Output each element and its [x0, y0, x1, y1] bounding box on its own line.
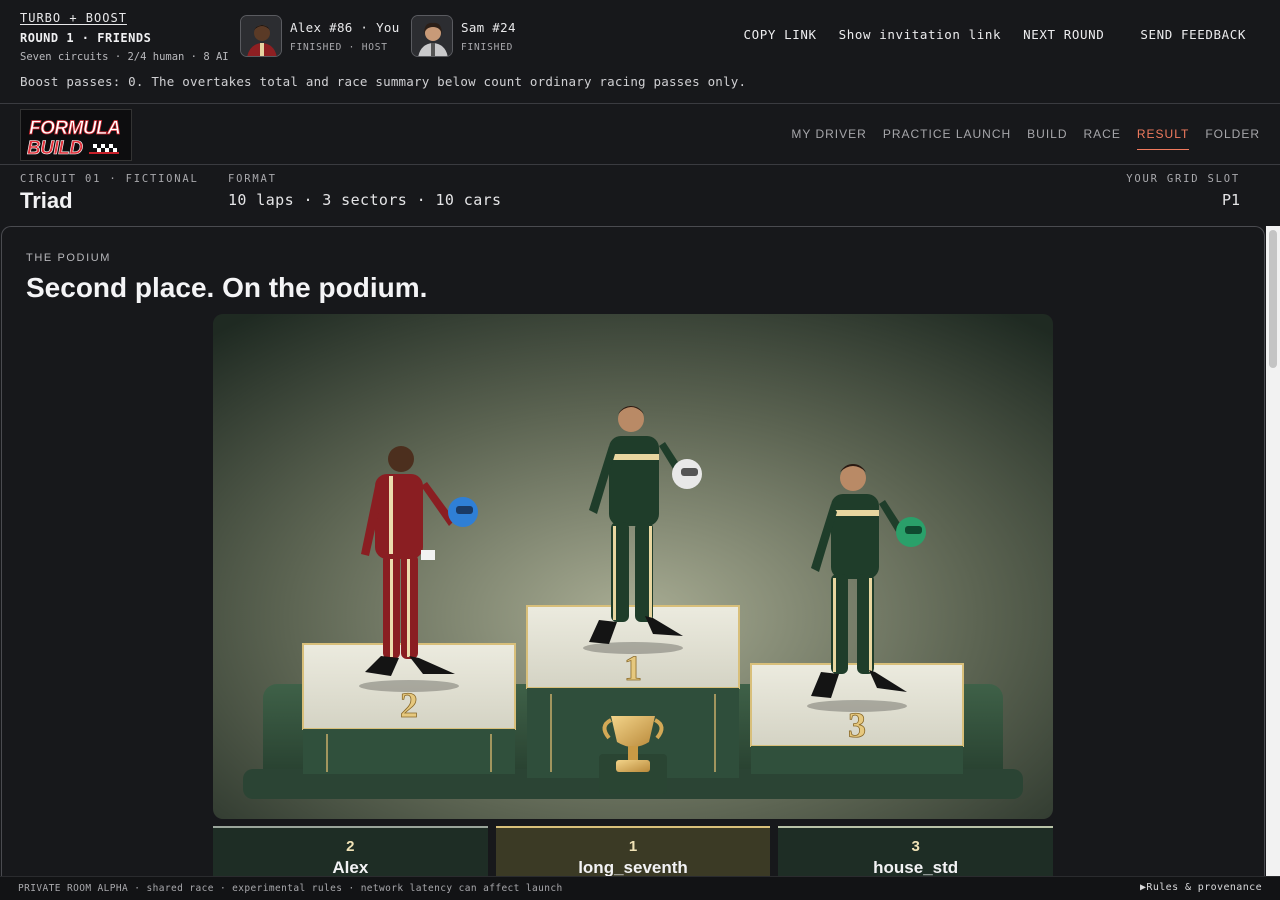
podium-scene: 2 1 3 — [213, 314, 1053, 819]
copy-link-button[interactable]: COPY LINK — [743, 27, 816, 42]
footer: PRIVATE ROOM ALPHA · shared race · exper… — [0, 876, 1280, 900]
player-status: FINISHED — [461, 41, 514, 53]
grid-slot-value: P1 — [1221, 191, 1240, 209]
nav-build[interactable]: BUILD — [1027, 127, 1067, 150]
logo-icon: FORMULA BUILD — [21, 110, 131, 160]
result-panel: THE PODIUM Second place. On the podium. — [1, 226, 1265, 886]
result-driver-name: long_seventh — [578, 858, 688, 877]
nav-folder[interactable]: FOLDER — [1205, 127, 1260, 150]
driver-portrait-icon — [241, 16, 281, 56]
main-nav: FORMULA BUILD MY DRIVER PRACTICE LAUNCH … — [0, 105, 1280, 165]
nav-my-driver[interactable]: MY DRIVER — [791, 127, 866, 150]
scrollbar-thumb[interactable] — [1269, 230, 1277, 368]
room-meta: Seven circuits · 2/4 human · 8 AI — [20, 51, 229, 63]
room-info: TURBO + BOOST ROUND 1 · FRIENDS Seven ci… — [20, 11, 229, 63]
send-feedback-button[interactable]: SEND FEEDBACK — [1140, 27, 1246, 42]
nav-result[interactable]: RESULT — [1136, 127, 1190, 150]
circuit-info: CIRCUIT 01 · FICTIONAL Triad — [20, 173, 199, 214]
circuit-label: CIRCUIT 01 · FICTIONAL — [20, 173, 199, 185]
round-label: ROUND 1 · FRIENDS — [20, 31, 152, 45]
nav-links: MY DRIVER PRACTICE LAUNCH BUILD RACE RES… — [775, 127, 1260, 150]
avatar — [411, 15, 453, 57]
player-card-alex: Alex #86 · You FINISHED · HOST — [240, 15, 400, 57]
room-header: TURBO + BOOST ROUND 1 · FRIENDS Seven ci… — [0, 0, 1280, 104]
logo-line-2: BUILD — [27, 138, 83, 159]
podium-illustration: 2 1 3 — [213, 314, 1053, 819]
result-position: 2 — [346, 838, 355, 855]
player-name: Sam #24 — [461, 19, 516, 35]
circuit-name: Triad — [20, 188, 73, 213]
grid-slot-info: YOUR GRID SLOT P1 — [1126, 173, 1240, 209]
footer-text: PRIVATE ROOM ALPHA · shared race · exper… — [18, 883, 563, 894]
avatar — [240, 15, 282, 57]
room-title[interactable]: TURBO + BOOST — [20, 11, 229, 25]
player-card-sam: Sam #24 FINISHED — [411, 15, 516, 57]
logo-line-1: FORMULA — [29, 118, 120, 139]
nav-race[interactable]: RACE — [1084, 127, 1121, 150]
grid-slot-label: YOUR GRID SLOT — [1126, 173, 1240, 185]
driver-portrait-icon — [412, 16, 452, 56]
rules-provenance-label: Rules & provenance — [1146, 882, 1262, 893]
result-driver-name: house_std — [873, 858, 959, 877]
room-actions: COPY LINK Show invitation link NEXT ROUN… — [721, 27, 1246, 42]
nav-practice-launch[interactable]: PRACTICE LAUNCH — [883, 127, 1011, 150]
circuit-strip: CIRCUIT 01 · FICTIONAL Triad FORMAT 10 l… — [0, 166, 1280, 224]
result-position: 1 — [628, 838, 638, 855]
formula-build-logo[interactable]: FORMULA BUILD — [20, 109, 132, 161]
result-position: 3 — [911, 838, 920, 855]
podium-heading: Second place. On the podium. — [26, 272, 428, 303]
boost-note: Boost passes: 0. The overtakes total and… — [20, 74, 747, 89]
rules-provenance-link[interactable]: ▶Rules & provenance — [1140, 882, 1262, 893]
podium-kicker: THE PODIUM — [26, 252, 112, 264]
result-driver-name: Alex — [332, 858, 369, 877]
page-scrollbar[interactable] — [1266, 226, 1280, 876]
format-value: 10 laps · 3 sectors · 10 cars — [228, 191, 502, 209]
player-status: FINISHED · HOST — [290, 41, 388, 53]
next-round-button[interactable]: NEXT ROUND — [1023, 27, 1104, 42]
show-invitation-link-button[interactable]: Show invitation link — [839, 27, 1002, 42]
format-info: FORMAT 10 laps · 3 sectors · 10 cars — [228, 173, 502, 209]
player-name: Alex #86 · You — [290, 19, 400, 35]
format-label: FORMAT — [228, 173, 277, 185]
